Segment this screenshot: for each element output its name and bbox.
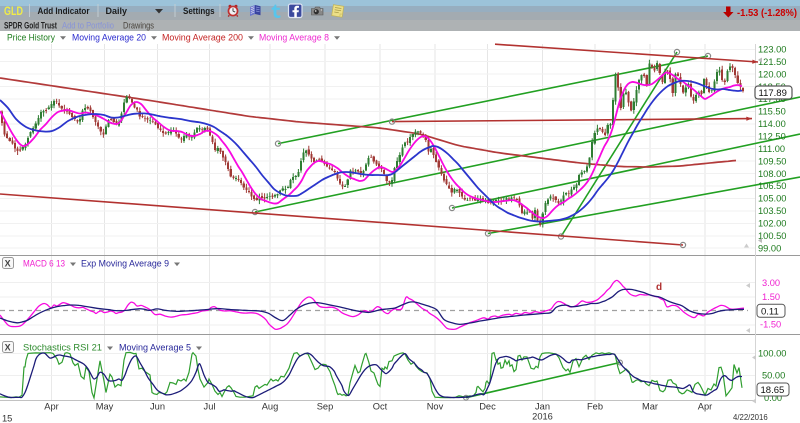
svg-text:111.00: 111.00 [758,144,785,154]
svg-text:Aug: Aug [262,402,279,412]
svg-text:Dec: Dec [479,402,496,412]
svg-text:1.50: 1.50 [762,292,780,302]
svg-text:Apr: Apr [44,402,58,412]
svg-text:Jul: Jul [204,402,216,412]
svg-text:100.00: 100.00 [758,349,786,359]
svg-text:Price History: Price History [7,33,55,43]
svg-text:MACD 6 13: MACD 6 13 [23,259,65,269]
svg-text:GLD: GLD [4,6,23,18]
svg-text:4/22/2016: 4/22/2016 [733,413,768,422]
svg-text:3.00: 3.00 [762,278,780,288]
svg-text:Add Indicator: Add Indicator [38,6,90,17]
svg-text:Sep: Sep [317,402,334,412]
svg-text:d: d [656,282,662,293]
svg-text:103.50: 103.50 [758,206,786,216]
svg-text:112.50: 112.50 [758,132,786,142]
svg-text:2016: 2016 [532,412,553,422]
svg-text:106.50: 106.50 [758,181,786,191]
svg-text:Jan: Jan [535,402,550,412]
svg-text:-1.53 (-1.28%): -1.53 (-1.28%) [737,8,797,19]
svg-text:Exp Moving Average 9: Exp Moving Average 9 [81,259,169,269]
svg-text:Moving Average 8: Moving Average 8 [259,33,329,43]
svg-text:109.50: 109.50 [758,156,786,166]
svg-text:Moving Average 200: Moving Average 200 [162,33,243,43]
svg-text:0.11: 0.11 [761,306,779,317]
svg-text:121.50: 121.50 [758,57,786,67]
svg-text:115.50: 115.50 [758,107,786,117]
svg-text:100.50: 100.50 [758,231,786,241]
svg-text:18.65: 18.65 [761,385,785,396]
svg-text:Settings: Settings [183,6,215,17]
svg-text:Jun: Jun [150,402,165,412]
svg-text:Drawings: Drawings [123,21,155,31]
svg-text:Oct: Oct [373,402,388,412]
svg-text:Moving Average 5: Moving Average 5 [119,343,191,353]
svg-text:X: X [5,259,11,269]
svg-text:-1.50: -1.50 [760,319,781,329]
svg-text:Feb: Feb [587,402,603,412]
svg-text:Mar: Mar [642,402,658,412]
svg-text:102.00: 102.00 [758,219,786,229]
svg-text:114.00: 114.00 [758,119,786,129]
svg-text:May: May [96,402,114,412]
svg-text:Nov: Nov [427,402,444,412]
svg-text:120.00: 120.00 [758,69,786,79]
svg-text:108.00: 108.00 [758,169,786,179]
svg-text:Moving Average 20: Moving Average 20 [72,33,146,43]
svg-text:Apr: Apr [698,402,712,412]
svg-text:50.00: 50.00 [762,371,785,381]
svg-text:15: 15 [2,414,12,423]
svg-text:117.89: 117.89 [759,88,787,99]
svg-text:105.00: 105.00 [758,194,786,204]
svg-text:X: X [5,343,11,353]
svg-text:Stochastics RSI 21: Stochastics RSI 21 [23,343,102,353]
svg-text:Daily: Daily [106,6,128,17]
svg-text:123.00: 123.00 [758,45,786,55]
svg-text:SPDR Gold Trust: SPDR Gold Trust [4,21,57,31]
svg-text:99.00: 99.00 [758,243,781,253]
svg-text:Add to Portfolio: Add to Portfolio [62,21,114,31]
